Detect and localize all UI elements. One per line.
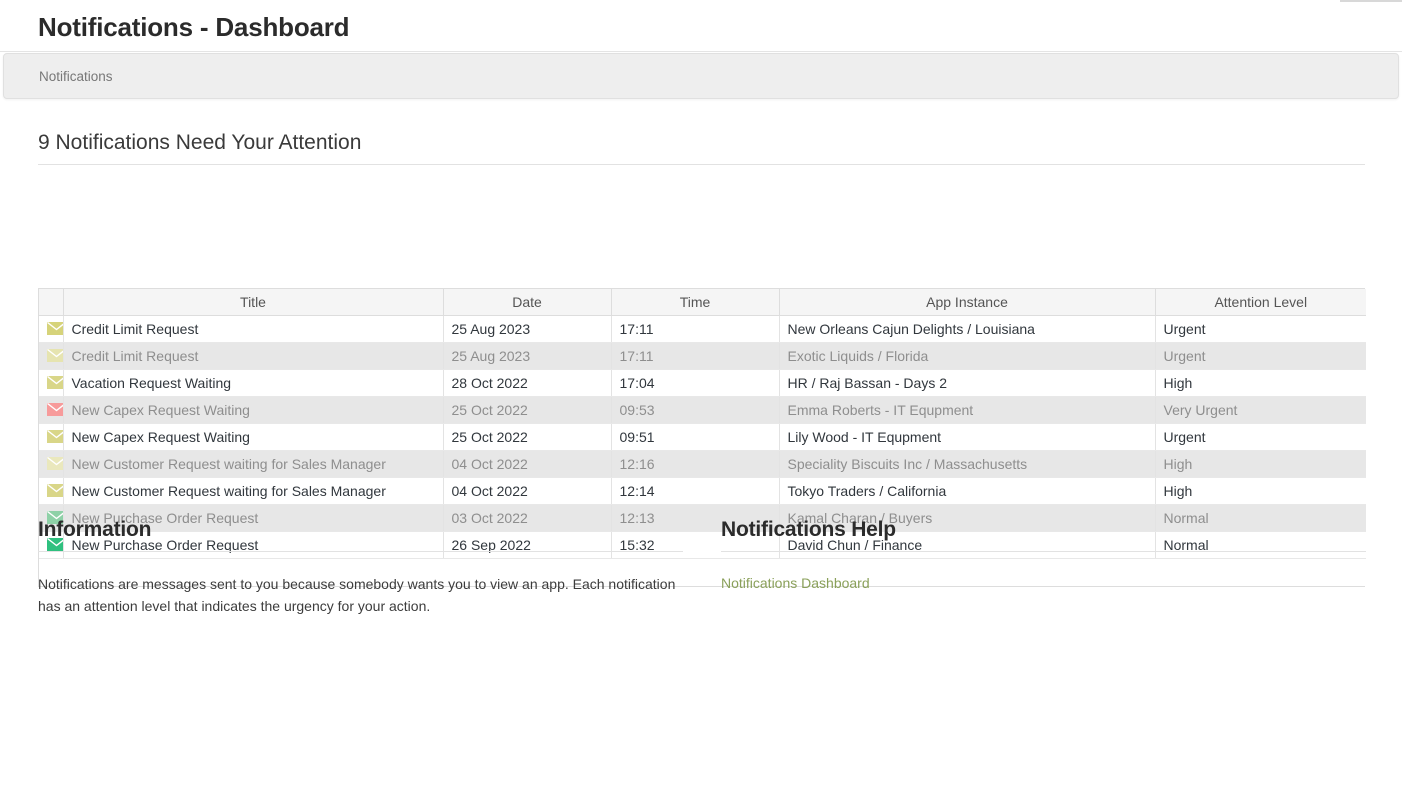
table-row[interactable]: Vacation Request Waiting 28 Oct 2022 17:04…	[39, 369, 1366, 397]
cell-date[interactable]: 04 Oct 2022	[443, 450, 612, 478]
help-heading: Notifications Help	[721, 518, 896, 541]
envelope-icon[interactable]	[47, 376, 62, 389]
cell-title[interactable]: New Capex Request Waiting	[63, 423, 444, 451]
cell-notification-icon[interactable]	[39, 315, 64, 343]
breadcrumb-item-notifications[interactable]: Notifications	[39, 69, 113, 84]
cell-time[interactable]: 17:11	[611, 342, 780, 370]
envelope-icon[interactable]	[47, 484, 62, 497]
cell-time[interactable]: 17:04	[611, 369, 780, 397]
cell-attention-level[interactable]: High	[1155, 369, 1366, 397]
cell-title[interactable]: Vacation Request Waiting	[63, 369, 444, 397]
cell-time[interactable]: 12:14	[611, 477, 780, 505]
cell-notification-icon[interactable]	[39, 477, 64, 505]
help-link-notifications-dashboard[interactable]: Notifications Dashboard	[721, 552, 870, 591]
envelope-icon[interactable]	[47, 322, 62, 335]
cell-title[interactable]: Credit Limit Request	[63, 315, 444, 343]
column-header-title[interactable]: Title	[63, 289, 444, 316]
main-content: 9 Notifications Need Your Attention Titl…	[0, 103, 1402, 800]
cell-title[interactable]: New Capex Request Waiting	[63, 396, 444, 424]
cell-app-instance[interactable]: Exotic Liquids / Florida	[779, 342, 1156, 370]
cell-app-instance[interactable]: Emma Roberts - IT Equpment	[779, 396, 1156, 424]
table-header-row: Title Date Time App Instance Attention L…	[39, 289, 1366, 316]
table-header: Title Date Time App Instance Attention L…	[39, 289, 1366, 316]
column-header-app-instance[interactable]: App Instance	[779, 289, 1156, 316]
cell-date[interactable]: 25 Oct 2022	[443, 396, 612, 424]
information-heading: Information	[38, 518, 152, 541]
cell-date[interactable]: 04 Oct 2022	[443, 477, 612, 505]
cell-time[interactable]: 09:53	[611, 396, 780, 424]
cell-app-instance[interactable]: HR / Raj Bassan - Days 2	[779, 369, 1156, 397]
cell-time[interactable]: 12:16	[611, 450, 780, 478]
cell-attention-level[interactable]: Urgent	[1155, 423, 1366, 451]
attention-heading: 9 Notifications Need Your Attention	[38, 131, 362, 154]
page-title: Notifications - Dashboard	[38, 12, 350, 42]
cell-notification-icon[interactable]	[39, 342, 64, 370]
table-row[interactable]: New Customer Request waiting for Sales M…	[39, 477, 1366, 505]
notifications-dashboard-page: Notifications - Dashboard Notifications …	[0, 0, 1402, 800]
cell-date[interactable]: 25 Oct 2022	[443, 423, 612, 451]
cell-notification-icon[interactable]	[39, 450, 64, 478]
cell-app-instance[interactable]: Lily Wood - IT Equpment	[779, 423, 1156, 451]
cell-date[interactable]: 25 Aug 2023	[443, 342, 612, 370]
cell-date[interactable]: 28 Oct 2022	[443, 369, 612, 397]
information-text: Notifications are messages sent to you b…	[38, 576, 676, 614]
cell-attention-level[interactable]: Very Urgent	[1155, 396, 1366, 424]
envelope-icon[interactable]	[47, 430, 62, 443]
cell-notification-icon[interactable]	[39, 369, 64, 397]
column-header-time[interactable]: Time	[611, 289, 780, 316]
cell-attention-level[interactable]: Urgent	[1155, 342, 1366, 370]
cell-app-instance[interactable]: Speciality Biscuits Inc / Massachusetts	[779, 450, 1156, 478]
attention-section-header: 9 Notifications Need Your Attention	[38, 131, 1365, 165]
envelope-icon[interactable]	[47, 457, 62, 470]
notifications-help-section: Notifications Help Notifications Dashboa…	[721, 518, 1366, 593]
cell-notification-icon[interactable]	[39, 396, 64, 424]
breadcrumb-bar: Notifications	[3, 53, 1399, 99]
table-row[interactable]: Credit Limit Request 25 Aug 2023 17:11 New …	[39, 315, 1366, 343]
column-header-date[interactable]: Date	[443, 289, 612, 316]
cell-title[interactable]: New Customer Request waiting for Sales M…	[63, 477, 444, 505]
table-row[interactable]: Credit Limit Request 25 Aug 2023 17:11 Exot…	[39, 342, 1366, 370]
table-row[interactable]: New Capex Request Waiting 25 Oct 2022 09:5…	[39, 423, 1366, 451]
cell-app-instance[interactable]: New Orleans Cajun Delights / Louisiana	[779, 315, 1156, 343]
column-header-icon[interactable]	[39, 289, 64, 316]
envelope-icon[interactable]	[47, 349, 62, 362]
table-row[interactable]: New Customer Request waiting for Sales M…	[39, 450, 1366, 478]
cell-time[interactable]: 17:11	[611, 315, 780, 343]
title-bar: Notifications - Dashboard	[0, 2, 1402, 52]
cell-date[interactable]: 25 Aug 2023	[443, 315, 612, 343]
cell-title[interactable]: New Customer Request waiting for Sales M…	[63, 450, 444, 478]
cell-attention-level[interactable]: Urgent	[1155, 315, 1366, 343]
cell-notification-icon[interactable]	[39, 423, 64, 451]
cell-title[interactable]: Credit Limit Request	[63, 342, 444, 370]
column-header-attention-level[interactable]: Attention Level	[1155, 289, 1366, 316]
cell-attention-level[interactable]: High	[1155, 450, 1366, 478]
cell-app-instance[interactable]: Tokyo Traders / California	[779, 477, 1156, 505]
cell-time[interactable]: 09:51	[611, 423, 780, 451]
attention-divider	[38, 164, 1365, 165]
envelope-icon[interactable]	[47, 403, 62, 416]
cell-attention-level[interactable]: High	[1155, 477, 1366, 505]
table-row[interactable]: New Capex Request Waiting 25 Oct 2022 09:5…	[39, 396, 1366, 424]
information-section: Information Notifications are messages s…	[38, 518, 683, 617]
